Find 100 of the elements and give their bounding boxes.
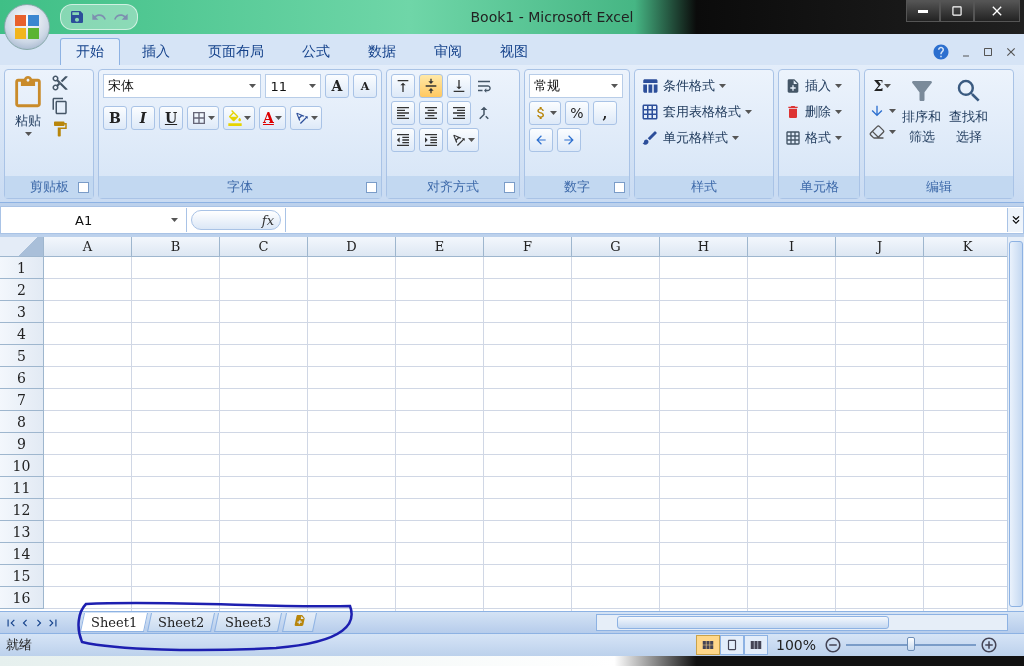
column-header[interactable]: H [660, 237, 748, 257]
column-header[interactable]: G [572, 237, 660, 257]
row-header[interactable]: 4 [0, 323, 44, 345]
ribbon-tab[interactable]: 数据 [352, 38, 412, 65]
column-header[interactable]: I [748, 237, 836, 257]
comma-button[interactable]: , [593, 101, 617, 125]
cells-menu-button[interactable]: 删除 [783, 100, 855, 124]
format-painter-icon[interactable] [51, 120, 69, 138]
paste-button[interactable]: 粘贴 [9, 74, 47, 172]
name-box[interactable]: A1 [1, 208, 187, 232]
ribbon-tab[interactable]: 插入 [126, 38, 186, 65]
align-left-button[interactable] [391, 101, 415, 125]
vertical-scrollbar[interactable] [1007, 237, 1024, 611]
dialog-launcher[interactable] [614, 182, 625, 193]
page-layout-view-button[interactable] [719, 635, 744, 655]
grow-font-button[interactable]: A [325, 74, 349, 98]
row-header[interactable]: 8 [0, 411, 44, 433]
cells-menu-button[interactable]: 格式 [783, 126, 855, 150]
page-break-view-button[interactable] [743, 635, 768, 655]
ribbon-tab[interactable]: 视图 [484, 38, 544, 65]
underline-button[interactable]: U [159, 106, 183, 130]
style-menu-button[interactable]: 条件格式 [639, 74, 769, 98]
help-icon[interactable] [932, 42, 950, 61]
italic-button[interactable]: I [131, 106, 155, 130]
maximize-button[interactable] [940, 0, 974, 22]
sheet-tab[interactable]: Sheet3 [214, 613, 283, 632]
row-header[interactable]: 13 [0, 521, 44, 543]
row-header[interactable]: 6 [0, 367, 44, 389]
row-header[interactable]: 7 [0, 389, 44, 411]
row-header[interactable]: 9 [0, 433, 44, 455]
column-header[interactable]: C [220, 237, 308, 257]
align-middle-button[interactable] [419, 74, 443, 98]
eraser-icon[interactable] [869, 124, 885, 140]
ribbon-tab[interactable]: 审阅 [418, 38, 478, 65]
fill-color-button[interactable] [223, 106, 255, 130]
row-header[interactable]: 15 [0, 565, 44, 587]
column-header[interactable]: D [308, 237, 396, 257]
number-format-field[interactable]: 常规 [529, 74, 623, 98]
ribbon-tab[interactable]: 页面布局 [192, 38, 280, 65]
close-button[interactable] [974, 0, 1020, 22]
column-header[interactable]: K [924, 237, 1007, 257]
cells-menu-button[interactable]: 插入 [783, 74, 855, 98]
copy-icon[interactable] [51, 97, 69, 115]
align-top-button[interactable] [391, 74, 415, 98]
caret-icon [889, 109, 896, 113]
zoom-out-icon[interactable] [824, 636, 842, 654]
ribbon-tab[interactable]: 公式 [286, 38, 346, 65]
font-name-field[interactable]: 宋体 [103, 74, 262, 98]
column-header[interactable]: F [484, 237, 572, 257]
style-menu-button[interactable]: 单元格样式 [639, 126, 769, 150]
minimize-button[interactable] [906, 0, 940, 22]
percent-button[interactable]: % [565, 101, 589, 125]
row-header[interactable]: 5 [0, 345, 44, 367]
sheet-tab[interactable]: Sheet2 [147, 613, 216, 632]
align-bottom-button[interactable] [447, 74, 471, 98]
style-menu-button[interactable]: 套用表格格式 [639, 100, 769, 124]
font-color-button[interactable]: A [259, 106, 286, 130]
normal-view-button[interactable] [695, 635, 720, 655]
row-header[interactable]: 16 [0, 587, 44, 609]
align-center-button[interactable] [419, 101, 443, 125]
column-header[interactable]: B [132, 237, 220, 257]
zoom-level[interactable]: 100% [775, 637, 816, 653]
row-header[interactable]: 1 [0, 257, 44, 279]
column-header[interactable]: E [396, 237, 484, 257]
orientation-button[interactable] [447, 128, 479, 152]
borders-button[interactable] [187, 106, 219, 130]
cut-icon[interactable] [51, 74, 69, 92]
dialog-launcher[interactable] [504, 182, 515, 193]
currency-button[interactable] [529, 101, 561, 125]
align-right-button[interactable] [447, 101, 471, 125]
increase-indent-button[interactable] [419, 128, 443, 152]
font-size-field[interactable]: 11 [265, 74, 321, 98]
bold-button[interactable]: B [103, 106, 127, 130]
sort-filter-button[interactable]: 排序和 筛选 [900, 74, 943, 172]
dialog-launcher[interactable] [78, 182, 89, 193]
column-header[interactable]: A [44, 237, 132, 257]
sheet-tab[interactable]: Sheet1 [80, 613, 149, 632]
column-header[interactable]: J [836, 237, 924, 257]
slider-thumb[interactable] [907, 637, 915, 651]
dialog-launcher[interactable] [366, 182, 377, 193]
expand-formula-button[interactable] [1007, 208, 1023, 232]
cell-grid[interactable] [44, 257, 1007, 611]
save-icon[interactable] [69, 9, 85, 25]
zoom-in-icon[interactable] [980, 636, 998, 654]
horizontal-scrollbar[interactable] [596, 614, 1008, 631]
decrease-indent-button[interactable] [391, 128, 415, 152]
insert-sheet-button[interactable] [281, 613, 317, 632]
ribbon-tab[interactable]: 开始 [60, 38, 120, 65]
autosum-button[interactable]: Σ [869, 74, 896, 98]
row-header[interactable]: 10 [0, 455, 44, 477]
row-header[interactable]: 14 [0, 543, 44, 565]
restore-icon[interactable] [982, 45, 994, 58]
row-header[interactable]: 11 [0, 477, 44, 499]
phonetic-button[interactable] [289, 106, 322, 130]
find-select-button[interactable]: 查找和 选择 [947, 74, 990, 172]
row-header[interactable]: 12 [0, 499, 44, 521]
row-header[interactable]: 3 [0, 301, 44, 323]
shrink-font-button[interactable]: A [353, 74, 377, 98]
row-header[interactable]: 2 [0, 279, 44, 301]
insert-function-button[interactable]: fx [191, 210, 281, 230]
